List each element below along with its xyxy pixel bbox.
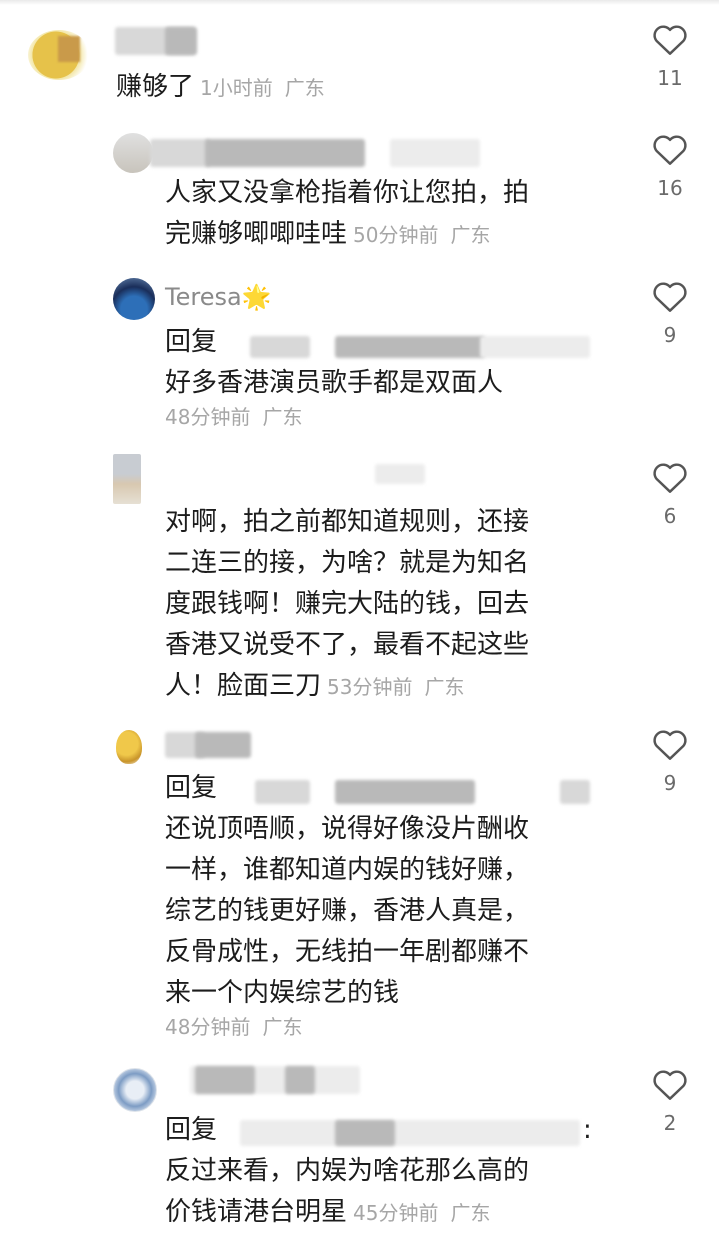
comment-item: 对啊，拍之前都知道规则，还接 二连三的接，为啥？就是为知名 度跟钱啊！赚完大陆的… [0,450,719,710]
username-redacted [150,139,210,167]
comment-location: 广东 [450,223,491,247]
reply-target-redacted [335,336,485,358]
heart-outline-icon [653,25,687,55]
username-redacted [285,1066,315,1094]
reply-target-redacted [335,780,475,804]
reply-target-redacted [335,1120,395,1146]
heart-outline-icon [653,282,687,312]
username[interactable]: Teresa🌟 [165,282,272,312]
heart-outline-icon [653,730,687,760]
comment-time: 1小时前 [200,76,273,100]
username-redacted [195,1066,255,1094]
like-count: 2 [663,1111,677,1135]
reply-target-redacted [250,336,310,358]
comment-text: 人家又没拿枪指着你让您拍，拍 完赚够唧唧哇哇 50分钟前 广东 [165,178,530,249]
comment-meta: 48分钟前 广东 [165,403,302,431]
comment-location: 广东 [262,405,303,429]
comment-time: 45分钟前 [353,1201,439,1225]
comment-item: 回复 还说顶唔顺，说得好像没片酬收 一样，谁都知道内娱的钱好赚， 综艺的钱更好赚… [0,720,719,1050]
comment-location: 广东 [284,76,325,100]
username-redacted [375,464,425,484]
reply-target-redacted [480,336,590,358]
comment-item: Teresa🌟 回复 好多香港演员歌手都是双面人 48分钟前 广东 9 [0,270,719,440]
reply-target-redacted [240,1120,580,1146]
avatar[interactable] [28,30,90,80]
comment-text: 赚够了 1小时前 广东 [116,72,325,102]
comment-location: 广东 [262,1015,303,1039]
comment-text: 对啊，拍之前都知道规则，还接 二连三的接，为啥？就是为知名 度跟钱啊！赚完大陆的… [165,507,530,701]
username-redacted [165,27,197,55]
like-button[interactable]: 6 [648,460,692,528]
comment-meta: 48分钟前 广东 [165,1013,302,1041]
username-redacted [195,732,251,758]
comment-item: 人家又没拿枪指着你让您拍，拍 完赚够唧唧哇哇 50分钟前 广东 16 [0,125,719,265]
like-count: 9 [663,323,677,347]
like-count: 11 [657,66,683,90]
comment-item: 赚够了 1小时前 广东 11 [0,0,719,120]
avatar[interactable] [113,1068,157,1112]
avatar[interactable] [113,454,141,504]
reply-target-redacted [560,780,590,804]
comment-text: 回复 好多香港演员歌手都是双面人 [165,327,504,398]
reply-colon: : [583,1115,592,1145]
comment-time: 48分钟前 [165,405,251,429]
comment-location: 广东 [424,675,465,699]
like-button[interactable]: 9 [648,279,692,347]
comment-time: 50分钟前 [353,223,439,247]
reply-target-redacted [255,780,310,804]
like-button[interactable]: 16 [648,132,692,200]
username-redacted [390,139,480,167]
comment-text: 回复 还说顶唔顺，说得好像没片酬收 一样，谁都知道内娱的钱好赚， 综艺的钱更好赚… [165,773,530,1008]
reply-label: 回复 [165,773,218,803]
avatar[interactable] [113,133,153,173]
like-count: 6 [663,504,677,528]
like-count: 9 [663,771,677,795]
heart-outline-icon [653,135,687,165]
heart-outline-icon [653,1070,687,1100]
like-count: 16 [657,176,683,200]
reply-label: 回复 [165,1115,218,1145]
username-redacted [205,139,365,167]
comment-item: 回复: 反过来看，内娱为啥花那么高的 价钱请港台明星 45分钟前 广东 2 [0,1060,719,1243]
like-button[interactable]: 11 [648,22,692,90]
comment-location: 广东 [450,1201,491,1225]
star-emoji-icon: 🌟 [241,283,272,311]
avatar[interactable] [113,278,155,320]
like-button[interactable]: 2 [648,1067,692,1135]
avatar[interactable] [116,730,142,764]
heart-outline-icon [653,463,687,493]
like-button[interactable]: 9 [648,727,692,795]
comment-time: 53分钟前 [327,675,413,699]
reply-label: 回复 [165,327,218,357]
comment-time: 48分钟前 [165,1015,251,1039]
